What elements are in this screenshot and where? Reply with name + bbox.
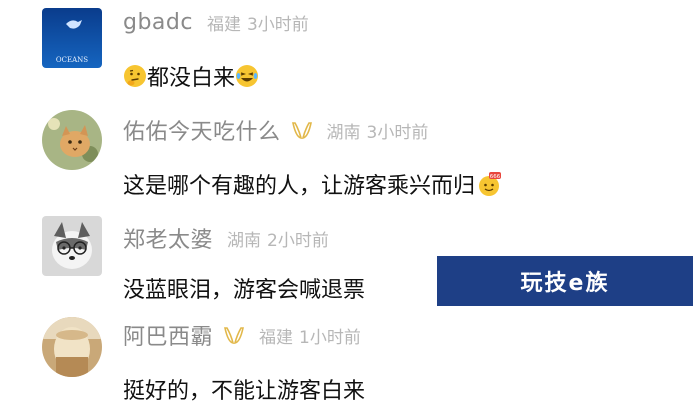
thinking-face-emoji bbox=[123, 64, 147, 88]
region-label: 福建 bbox=[206, 15, 241, 35]
comment-text-body: 这是哪个有趣的人，让游客乘兴而归 bbox=[123, 174, 476, 199]
comment-item: 佑佑今天吃什么 湖南 3小时前 这是哪个有趣的人，让游客乘兴而归 666 bbox=[0, 100, 693, 210]
comment-text-body: 都没白来 bbox=[147, 66, 236, 91]
comment-meta: 阿巴西霸 福建 1小时前 bbox=[123, 319, 361, 351]
username[interactable]: gbadc bbox=[123, 10, 193, 35]
svg-text:666: 666 bbox=[490, 174, 501, 180]
avatar[interactable]: OCEANS bbox=[42, 8, 102, 68]
comment-text: 挺好的，不能让游客白来 bbox=[123, 373, 365, 405]
timestamp: 1小时前 bbox=[299, 327, 361, 348]
watermark-banner: 玩技e族 bbox=[437, 256, 693, 306]
username[interactable]: 郑老太婆 bbox=[123, 222, 213, 254]
region-label: 福建 bbox=[259, 327, 294, 348]
username[interactable]: 佑佑今天吃什么 bbox=[123, 114, 281, 146]
comment-meta: 郑老太婆 湖南 2小时前 bbox=[123, 222, 329, 254]
comment-text-body: 没蓝眼泪，游客会喊退票 bbox=[123, 278, 366, 303]
666-emoji: 666 bbox=[477, 172, 502, 196]
comment-item: OCEANS gbadc 福建 3小时前 都没白来 bbox=[0, 0, 693, 100]
comment-text: 都没白来 bbox=[123, 60, 259, 92]
username[interactable]: 阿巴西霸 bbox=[123, 319, 213, 351]
timestamp: 2小时前 bbox=[267, 230, 329, 251]
laughing-tears-emoji bbox=[235, 64, 259, 88]
comment-text: 没蓝眼泪，游客会喊退票 bbox=[123, 272, 365, 304]
avatar[interactable] bbox=[42, 216, 102, 276]
region-label: 湖南 bbox=[326, 122, 361, 143]
comment-meta: gbadc 福建 3小时前 bbox=[123, 10, 309, 35]
avatar-caption: OCEANS bbox=[56, 56, 88, 64]
avatar[interactable] bbox=[42, 110, 102, 170]
comment-text: 这是哪个有趣的人，让游客乘兴而归 666 bbox=[123, 168, 502, 200]
timestamp: 3小时前 bbox=[366, 122, 429, 143]
comment-item: 阿巴西霸 福建 1小时前 挺好的，不能让游客白来 bbox=[0, 305, 693, 411]
comment-meta: 佑佑今天吃什么 湖南 3小时前 bbox=[123, 114, 428, 146]
comment-text-body: 挺好的，不能让游客白来 bbox=[123, 379, 366, 404]
watermark-text: 玩技e族 bbox=[520, 271, 610, 296]
timestamp: 3小时前 bbox=[246, 15, 309, 35]
vip-badge-icon bbox=[291, 120, 313, 140]
region-label: 湖南 bbox=[227, 230, 262, 251]
vip-badge-icon bbox=[223, 325, 245, 345]
avatar[interactable] bbox=[42, 317, 102, 377]
